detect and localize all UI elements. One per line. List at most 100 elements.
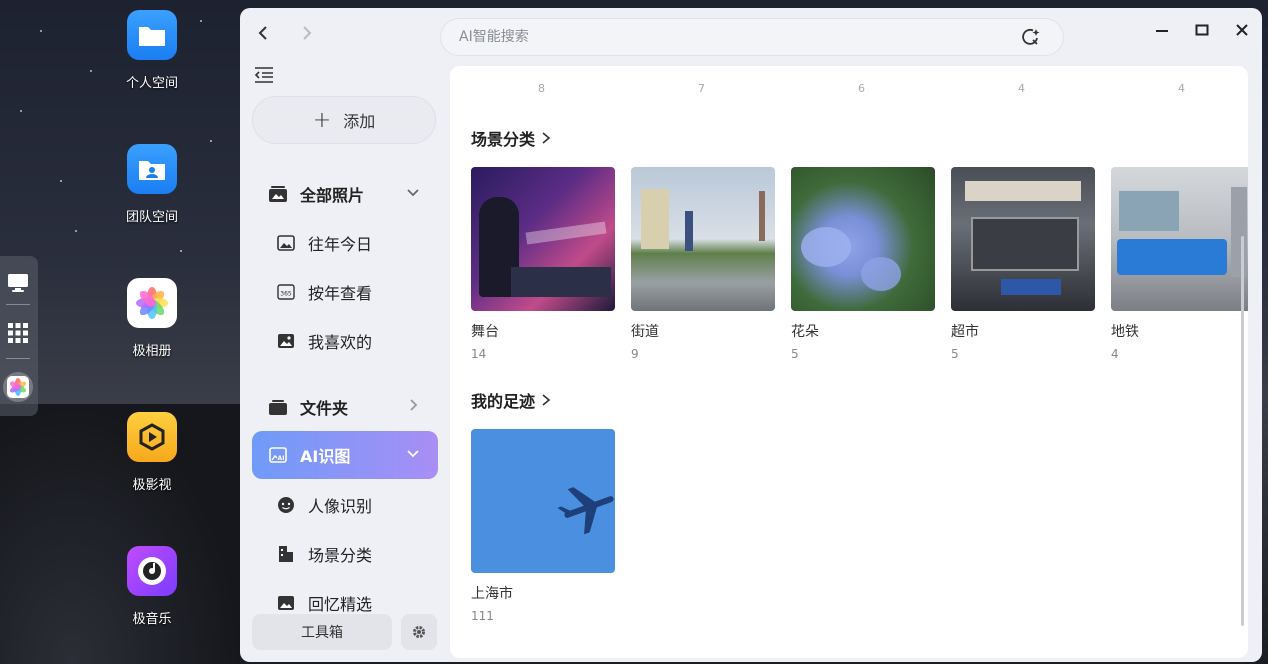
folder-stack-icon xyxy=(268,397,288,417)
scene-thumbnail xyxy=(791,167,935,311)
close-button[interactable] xyxy=(1230,18,1254,42)
plus-icon: + xyxy=(312,107,332,133)
desktop-shortcut-personal-space[interactable]: 个人空间 xyxy=(112,10,192,91)
scene-name: 超市 xyxy=(951,324,979,340)
add-button[interactable]: + 添加 xyxy=(252,96,436,144)
maximize-icon xyxy=(1195,24,1209,36)
ai-image-icon: AI xyxy=(268,445,288,465)
scene-card-supermarket[interactable]: 超市 5 xyxy=(951,167,1095,361)
minimize-icon xyxy=(1156,30,1168,32)
folder-icon xyxy=(127,10,177,60)
scene-card-subway[interactable]: 地铁 4 xyxy=(1111,167,1248,361)
app-grid-icon[interactable] xyxy=(3,318,33,348)
scene-name: 花朵 xyxy=(791,324,819,340)
scene-name: 舞台 xyxy=(471,324,499,340)
sidebar-item-label: AI识图 xyxy=(300,447,351,466)
partial-count: 4 xyxy=(1018,82,1025,95)
heart-image-icon xyxy=(276,331,296,351)
sidebar-item-ai-recognition[interactable]: AI AI识图 xyxy=(252,431,438,479)
desktop-shortcut-video[interactable]: 极影视 xyxy=(112,412,192,493)
photos-app-window: + 添加 全部照片 往年今日 365 按年查看 我喜欢的 文件夹 A xyxy=(240,8,1262,662)
chevron-left-icon xyxy=(258,26,267,40)
scene-count: 9 xyxy=(631,347,639,361)
maximize-button[interactable] xyxy=(1190,18,1214,42)
svg-text:365: 365 xyxy=(280,291,292,298)
sidebar-item-face-recognition[interactable]: 人像识别 xyxy=(252,481,438,529)
sidebar-item-label: 我喜欢的 xyxy=(308,333,373,352)
scene-count: 4 xyxy=(1111,347,1119,361)
image-icon xyxy=(276,593,296,613)
building-icon xyxy=(276,544,296,564)
photos-icon xyxy=(127,278,177,328)
back-button[interactable] xyxy=(252,22,274,44)
sidebar-item-on-this-day[interactable]: 往年今日 xyxy=(252,219,438,267)
desktop-shortcut-music[interactable]: 极音乐 xyxy=(112,546,192,627)
minimize-button[interactable] xyxy=(1150,18,1174,42)
sidebar-item-scene-classification[interactable]: 场景分类 xyxy=(252,530,438,578)
scene-thumbnail xyxy=(631,167,775,311)
add-button-label: 添加 xyxy=(343,112,376,131)
main-content: 8 7 6 4 4 场景分类 舞台 14 街道 9 花朵 5 超市 5 地铁 4… xyxy=(450,66,1248,658)
search-input[interactable] xyxy=(457,28,1001,46)
search-bar xyxy=(440,18,1064,56)
settings-button[interactable] xyxy=(401,614,437,650)
section-title-text: 场景分类 xyxy=(471,130,536,149)
scene-card-flowers[interactable]: 花朵 5 xyxy=(791,167,935,361)
sidebar-item-label: 人像识别 xyxy=(308,497,373,516)
sidebar-item-label: 按年查看 xyxy=(308,284,373,303)
chevron-right-icon xyxy=(303,26,312,40)
scene-name: 街道 xyxy=(631,324,659,340)
desktop-icon[interactable] xyxy=(3,268,33,298)
sidebar-item-label: 往年今日 xyxy=(308,235,373,254)
desktop-shortcut-photos[interactable]: 极相册 xyxy=(112,278,192,359)
chevron-down-icon xyxy=(407,189,419,197)
scene-thumbnail xyxy=(1111,167,1248,311)
sidebar-item-all-photos[interactable]: 全部照片 xyxy=(252,170,438,218)
sidebar-item-by-year[interactable]: 365 按年查看 xyxy=(252,268,438,316)
partial-count: 7 xyxy=(698,82,705,95)
photos-stack-icon xyxy=(268,184,288,204)
content-scrollbar[interactable] xyxy=(1241,236,1244,626)
sidebar-item-label: 回忆精选 xyxy=(308,595,373,614)
toolbox-button[interactable]: 工具箱 xyxy=(252,614,392,650)
location-count: 111 xyxy=(471,609,494,623)
scene-card-street[interactable]: 街道 9 xyxy=(631,167,775,361)
desktop-shortcut-label: 极音乐 xyxy=(132,612,172,627)
forward-button[interactable] xyxy=(296,22,318,44)
sidebar-item-folders[interactable]: 文件夹 xyxy=(252,383,438,431)
close-icon xyxy=(1236,24,1248,36)
gear-icon xyxy=(413,626,425,638)
scene-section-title[interactable]: 场景分类 xyxy=(471,126,551,150)
footprints-section-title[interactable]: 我的足迹 xyxy=(471,388,551,412)
scene-thumbnail xyxy=(471,167,615,311)
section-title-text: 我的足迹 xyxy=(471,392,536,411)
ai-search-icon[interactable] xyxy=(1021,27,1041,47)
chevron-right-icon xyxy=(542,394,551,406)
desktop-shortcut-label: 极相册 xyxy=(132,344,172,359)
partial-count: 8 xyxy=(538,82,545,95)
calendar-365-icon: 365 xyxy=(276,282,296,302)
video-icon xyxy=(127,412,177,462)
desktop-shortcut-label: 极影视 xyxy=(132,478,172,493)
team-folder-icon xyxy=(127,144,177,194)
sidebar-item-label: 文件夹 xyxy=(300,399,349,418)
scene-count: 5 xyxy=(951,347,959,361)
photos-icon[interactable] xyxy=(3,372,33,402)
location-card-shanghai[interactable]: 上海市 111 xyxy=(471,429,615,623)
partial-count: 4 xyxy=(1178,82,1185,95)
scene-count: 5 xyxy=(791,347,799,361)
location-name: 上海市 xyxy=(471,586,513,602)
sidebar-item-favorites[interactable]: 我喜欢的 xyxy=(252,317,438,365)
sidebar-item-label: 全部照片 xyxy=(300,186,365,205)
svg-text:AI: AI xyxy=(278,455,285,462)
chevron-right-icon xyxy=(410,399,418,411)
sidebar-item-label: 场景分类 xyxy=(308,546,373,565)
desktop-shortcut-team-space[interactable]: 团队空间 xyxy=(112,144,192,225)
chevron-down-icon xyxy=(407,450,419,458)
dock xyxy=(0,256,38,416)
scene-card-stage[interactable]: 舞台 14 xyxy=(471,167,615,361)
face-icon xyxy=(276,495,296,515)
collapse-sidebar-icon[interactable] xyxy=(254,66,274,84)
desktop-shortcut-label: 个人空间 xyxy=(125,76,178,91)
music-icon xyxy=(127,546,177,596)
